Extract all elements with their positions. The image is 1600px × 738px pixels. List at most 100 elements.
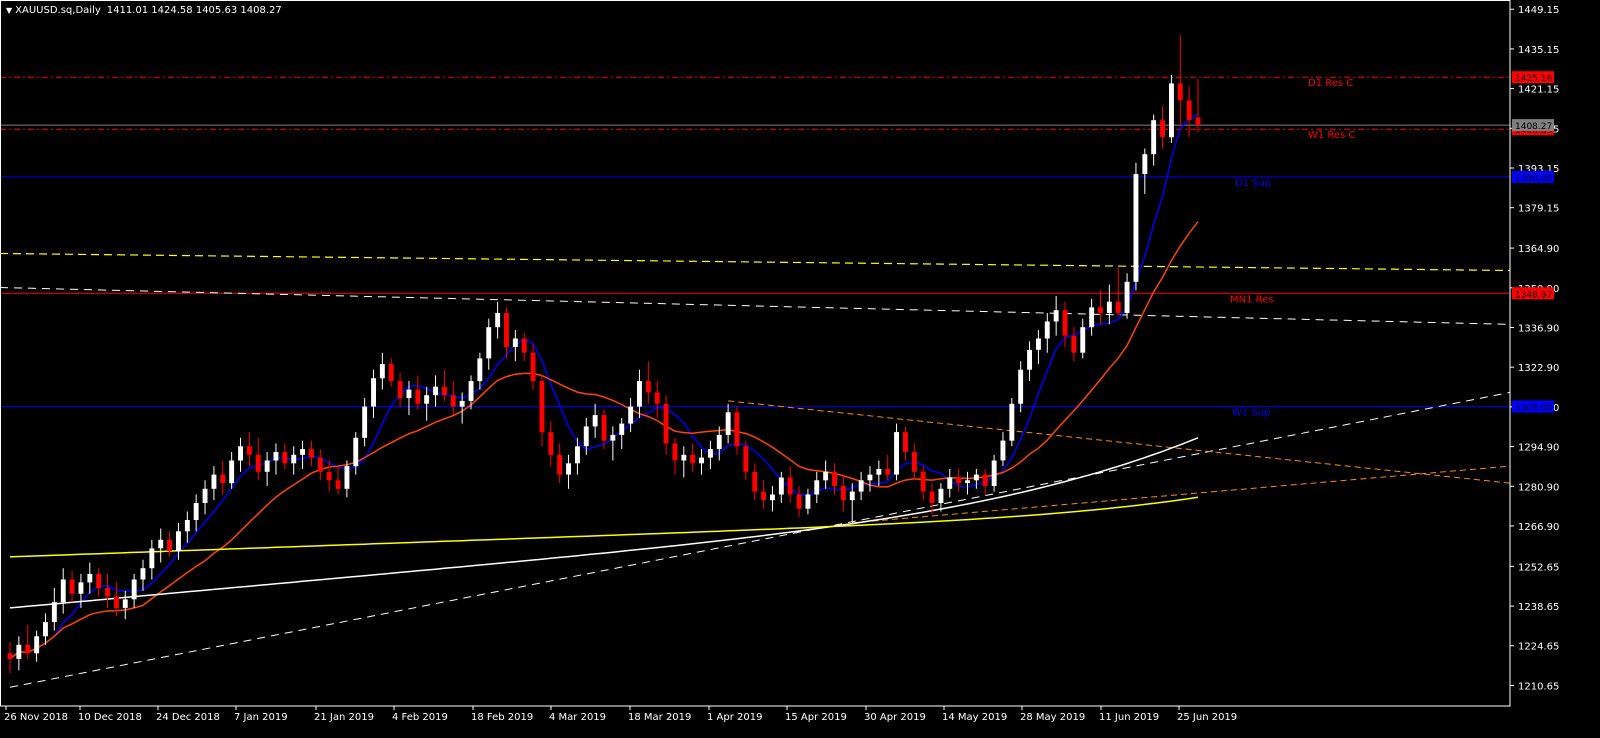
candle-body [929, 491, 935, 503]
candle-body [1115, 301, 1121, 313]
candle-body [60, 579, 66, 603]
chart-header: ▼ XAUUSD.sq,Daily 1411.01 1424.58 1405.63 … [6, 5, 282, 16]
candle-body [965, 480, 970, 484]
candle-body [548, 432, 554, 455]
price-tag-label: 1309.00 [1515, 404, 1552, 414]
candle-body [654, 392, 660, 404]
x-tick-label: 4 Feb 2019 [392, 712, 448, 723]
y-tick-label: 1435.15 [1518, 45, 1559, 56]
candle-body [1177, 83, 1183, 101]
candle-body [335, 480, 341, 489]
x-tick-label: 21 Jan 2019 [314, 712, 374, 723]
candle-body [920, 471, 926, 492]
candle-body [459, 400, 465, 407]
candle-body [938, 488, 944, 503]
candle-body [309, 449, 314, 458]
candle-body [1080, 327, 1086, 353]
candle-body [388, 364, 394, 382]
y-tick-label: 1224.65 [1518, 642, 1559, 653]
candle-body [681, 454, 687, 461]
candle-body [1195, 117, 1201, 126]
candle-body [202, 488, 208, 503]
candle-body [575, 446, 580, 464]
trendline-orange-falling [728, 400, 1511, 484]
candle-body [539, 381, 545, 433]
candle-body [761, 491, 766, 501]
y-tick-label: 1210.65 [1518, 681, 1559, 692]
candle-body [1124, 281, 1130, 313]
candle-body [16, 644, 22, 659]
candle-body [699, 457, 704, 464]
candle-body [122, 599, 128, 608]
time-axis[interactable]: 26 Nov 2018 10 Dec 2018 24 Dec 2018 7 Jan 2… [4, 706, 1237, 723]
level-lines [0, 76, 1510, 408]
x-tick-label: 25 Jun 2019 [1177, 712, 1237, 723]
candle-body [1089, 307, 1095, 328]
candle-body [645, 381, 651, 393]
candle-body [973, 474, 979, 481]
y-tick-label: 1252.65 [1518, 562, 1559, 573]
candle-body [96, 573, 102, 589]
candle-body [442, 386, 447, 396]
chart-frame [0, 0, 1511, 707]
price-tag-label: 1390.00 [1515, 174, 1552, 184]
candle-body [885, 469, 891, 475]
candle-body [1133, 174, 1139, 282]
candle-body [956, 477, 962, 484]
trendline-rising [9, 391, 1511, 688]
candle-body [637, 381, 642, 407]
candle-body [991, 460, 997, 486]
candle-body [1044, 321, 1050, 339]
candle-body [690, 454, 696, 464]
frame-border [0, 0, 1511, 707]
x-tick-label: 4 Mar 2019 [549, 712, 606, 723]
x-tick-label: 11 Jun 2019 [1099, 712, 1159, 723]
level-label: D1 Sup [1235, 178, 1271, 189]
candle-body [238, 446, 243, 461]
y-tick-label: 1379.15 [1518, 204, 1559, 215]
candle-body [406, 389, 412, 399]
candle-body [220, 474, 226, 484]
candle-body [255, 454, 261, 472]
candle-body [832, 471, 837, 486]
candle-body [379, 364, 385, 379]
candle-body [566, 463, 571, 475]
candle-body [557, 454, 563, 475]
y-tick-label: 1238.65 [1518, 602, 1559, 613]
candle-body [628, 406, 634, 424]
candle-body [982, 474, 988, 486]
candle-body [131, 579, 137, 600]
triangle-down-icon[interactable]: ▼ [6, 6, 12, 15]
candle-body [1151, 120, 1157, 155]
candle-body [619, 423, 625, 435]
trendline-yellow [0, 252, 1511, 272]
candle-body [326, 471, 332, 481]
trendline-orange-rising [852, 465, 1511, 524]
candle-body [87, 573, 93, 583]
candle-body [752, 471, 758, 492]
candle-body [7, 653, 13, 659]
candle-body [814, 480, 820, 495]
candle-body [504, 313, 509, 347]
candle-body [601, 415, 607, 441]
candle-body [1186, 100, 1192, 121]
candle-body [610, 434, 616, 441]
price-axis[interactable]: 1449.151435.151421.151407.151393.151379.… [1510, 5, 1559, 692]
candle-body [1160, 120, 1165, 138]
x-tick-label: 7 Jan 2019 [234, 712, 288, 723]
candle-body [787, 477, 793, 495]
candle-body [433, 386, 438, 396]
candle-body [858, 480, 864, 492]
price-chart[interactable]: 1449.151435.151421.151407.151393.151379.… [0, 0, 1600, 738]
candle-body [424, 395, 430, 404]
candle-body [43, 622, 48, 637]
candle-body [1027, 349, 1032, 370]
candle-body [947, 477, 953, 489]
candle-body [149, 548, 155, 569]
candle-body [25, 644, 31, 654]
candle-body [184, 520, 190, 532]
candle-body [840, 486, 846, 501]
candle-body [770, 494, 775, 501]
candle-body [867, 474, 873, 481]
candle-body [1098, 307, 1103, 314]
